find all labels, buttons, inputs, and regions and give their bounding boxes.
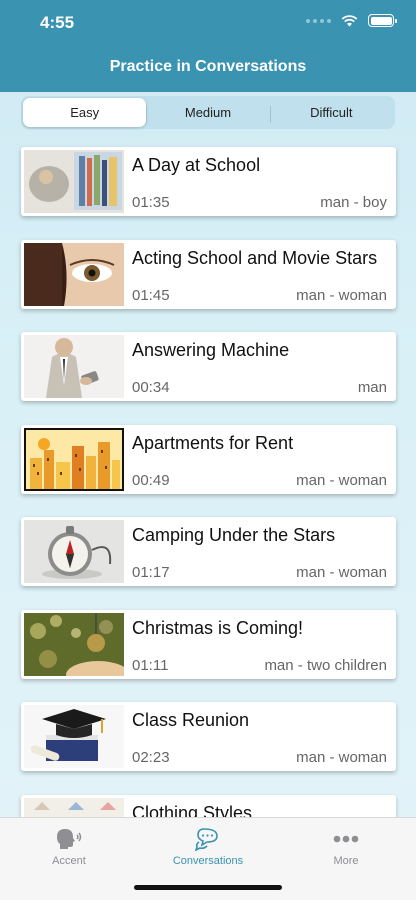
battery-icon <box>368 14 397 27</box>
lesson-title: Answering Machine <box>132 340 290 360</box>
lesson-speakers: man - woman <box>296 564 387 581</box>
lesson-title: A Day at School <box>132 155 261 175</box>
app-header: 4:55 Practice in Conversations <box>0 0 416 92</box>
lesson-duration: 01:45 <box>132 286 170 304</box>
lesson-thumbnail <box>24 335 124 398</box>
tab-conversations[interactable]: Conversations <box>148 826 268 867</box>
lesson-speakers: man - two children <box>264 656 387 674</box>
lesson-thumbnail <box>24 427 124 491</box>
lesson-duration: 00:49 <box>132 471 170 489</box>
home-indicator <box>134 885 282 890</box>
lesson-thumbnail <box>24 612 124 676</box>
list-item[interactable]: Answering Machine 00:34 man <box>21 332 396 401</box>
lesson-thumbnail <box>24 242 124 306</box>
list-item[interactable]: Christmas is Coming! 01:11 man - two chi… <box>21 609 396 679</box>
difficulty-segmented-control: Easy Medium Difficult <box>21 96 395 129</box>
lesson-title: Acting School and Movie Stars <box>132 247 378 268</box>
lesson-speakers: man - woman <box>296 749 387 766</box>
list-item[interactable]: A Day at School 01:35 man - boy <box>21 147 396 216</box>
lesson-duration: 02:23 <box>132 749 170 766</box>
list-item[interactable]: Apartments for Rent 00:49 man - woman <box>21 424 396 494</box>
segment-medium[interactable]: Medium <box>146 98 269 127</box>
lesson-speakers: man <box>357 379 387 396</box>
conversation-list: A Day at School 01:35 man - boy Acting S… <box>21 147 396 887</box>
more-dots-icon <box>333 835 359 843</box>
tab-accent[interactable]: Accent <box>9 826 129 867</box>
list-item[interactable]: Camping Under the Stars 01:17 man - woma… <box>21 517 396 586</box>
chat-bubbles-icon <box>195 828 218 851</box>
status-icons <box>306 14 397 27</box>
segment-difficult[interactable]: Difficult <box>269 98 393 127</box>
lesson-speakers: man - boy <box>320 194 387 211</box>
status-time: 4:55 <box>40 13 75 32</box>
lesson-duration: 00:34 <box>132 379 170 396</box>
tab-label: Accent <box>52 855 86 867</box>
lesson-title: Apartments for Rent <box>132 432 294 453</box>
cellular-signal-icon <box>306 18 331 23</box>
lesson-duration: 01:35 <box>132 194 170 211</box>
list-item[interactable]: Class Reunion 02:23 man - woman <box>21 702 396 771</box>
lesson-speakers: man - woman <box>296 286 387 304</box>
lesson-title: Camping Under the Stars <box>132 525 336 545</box>
lesson-title: Class Reunion <box>132 710 250 730</box>
lesson-thumbnail <box>24 705 124 768</box>
lesson-thumbnail <box>24 150 124 213</box>
tab-label: More <box>333 855 359 867</box>
lesson-speakers: man - woman <box>296 471 387 489</box>
lesson-thumbnail <box>24 520 124 583</box>
lesson-title: Christmas is Coming! <box>132 617 304 638</box>
head-speaking-icon <box>57 829 82 849</box>
list-item[interactable]: Acting School and Movie Stars 01:45 man … <box>21 239 396 309</box>
lesson-duration: 01:11 <box>132 656 169 674</box>
page-title: Practice in Conversations <box>109 58 307 75</box>
wifi-icon <box>341 15 358 27</box>
tab-more[interactable]: More <box>286 826 406 867</box>
lesson-duration: 01:17 <box>132 564 170 581</box>
tab-label: Conversations <box>172 855 244 867</box>
segment-easy[interactable]: Easy <box>23 98 147 127</box>
